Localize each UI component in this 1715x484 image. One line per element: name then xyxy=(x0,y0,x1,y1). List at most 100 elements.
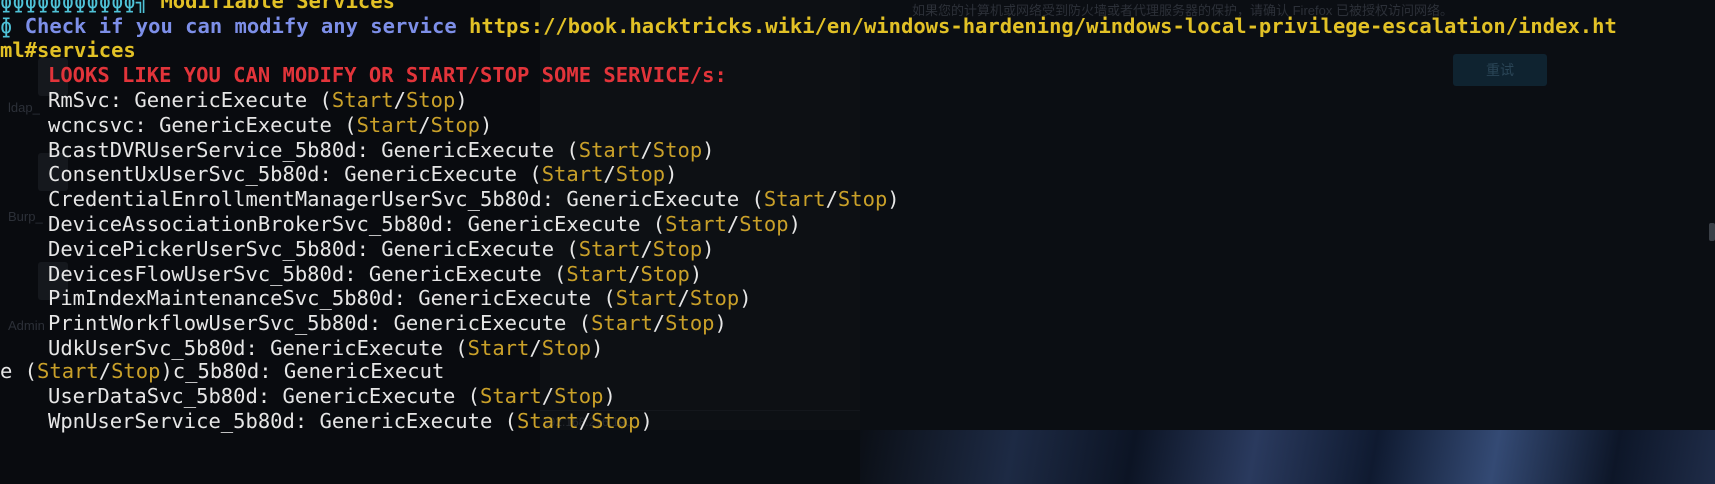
separator: : xyxy=(134,113,160,137)
check-bullet-icon: ɸ xyxy=(0,14,25,38)
service-line: DevicePickerUserSvc_5b80d: GenericExecut… xyxy=(48,236,715,263)
start-label: Start xyxy=(541,162,604,186)
separator: : xyxy=(319,162,345,186)
separator: : xyxy=(356,138,382,162)
paren-open: ( xyxy=(455,384,480,408)
separator: : xyxy=(344,262,369,286)
service-name: PimIndexMaintenanceSvc_5b80d xyxy=(48,286,394,310)
start-label: Start xyxy=(615,286,678,310)
permission-label: GenericExecute xyxy=(418,286,592,310)
paren-open: ( xyxy=(492,409,518,433)
service-line-glitched: e (Start/Stop)c_5b80d: GenericExecut xyxy=(0,359,445,383)
service-line: DevicesFlowUserSvc_5b80d: GenericExecute… xyxy=(48,261,702,288)
hacktricks-link[interactable]: https://book.hacktricks.wiki/en/windows-… xyxy=(469,14,1617,38)
stop-label: Stop xyxy=(554,384,604,408)
permission-label: GenericExecute xyxy=(393,311,567,335)
paren-close: ) xyxy=(788,212,801,236)
warning-text: LOOKS LIKE YOU CAN MODIFY OR START/STOP … xyxy=(48,63,727,87)
paren-open: ( xyxy=(554,138,579,162)
slash: / xyxy=(640,138,653,162)
check-line-wrap: ml#services xyxy=(0,37,136,64)
separator: : xyxy=(257,384,283,408)
stop-label: Stop xyxy=(640,262,690,286)
service-line: UserDataSvc_5b80d: GenericExecute (Start… xyxy=(48,383,616,410)
paren-open: ( xyxy=(541,262,567,286)
permission-label: GenericExecute xyxy=(467,212,641,236)
slash: / xyxy=(652,311,666,335)
paren-close: ) xyxy=(591,336,604,360)
service-name: UdkUserSvc_5b80d xyxy=(48,336,246,360)
stop-label: Stop xyxy=(837,187,888,211)
paren-open: ( xyxy=(591,286,616,310)
service-line: PimIndexMaintenanceSvc_5b80d: GenericExe… xyxy=(48,285,752,312)
terminal-output[interactable]: ɸɸɸɸɸɸɸɸɸɸɸ╣ Modifiable Services ɸ Check… xyxy=(0,0,1715,484)
stop-label: Stop xyxy=(615,162,666,186)
service-name: RmSvc xyxy=(48,88,110,112)
paren-close: ) xyxy=(739,286,752,310)
start-label: Start xyxy=(665,212,727,236)
separator: : xyxy=(109,88,135,112)
paren-open: ( xyxy=(307,88,332,112)
slash: / xyxy=(726,212,740,236)
stop-label: Stop xyxy=(689,286,740,310)
stop-label: Stop xyxy=(739,212,789,236)
paren-open: ( xyxy=(640,212,666,236)
permission-label: GenericExecute xyxy=(282,384,456,408)
paren-open: ( xyxy=(331,113,357,137)
permission-label: GenericExecute xyxy=(319,409,493,433)
stop-label: Stop xyxy=(665,311,715,335)
service-name: BcastDVRUserService_5b80d xyxy=(48,138,357,162)
slash: / xyxy=(677,286,690,310)
service-name: UserDataSvc_5b80d xyxy=(48,384,258,408)
slash: / xyxy=(603,162,616,186)
separator: : xyxy=(393,286,419,310)
service-line: PrintWorkflowUserSvc_5b80d: GenericExecu… xyxy=(48,310,727,337)
slash: / xyxy=(640,237,653,261)
paren-close: ) xyxy=(689,262,703,286)
paren-open: ( xyxy=(739,187,764,211)
section-title: Modifiable Services xyxy=(160,0,395,13)
service-line: CredentialEnrollmentManagerUserSvc_5b80d… xyxy=(48,186,900,213)
permission-label: GenericExecute xyxy=(344,162,518,186)
paren-open: ( xyxy=(554,237,579,261)
service-line: BcastDVRUserService_5b80d: GenericExecut… xyxy=(48,137,715,164)
service-line: wcncsvc: GenericExecute (Start/Stop) xyxy=(48,112,492,139)
paren-close: ) xyxy=(455,88,468,112)
stop-label: Stop xyxy=(652,237,703,261)
permission-label: GenericExecute xyxy=(381,138,555,162)
start-label: Start xyxy=(566,262,629,286)
separator: : xyxy=(356,237,382,261)
permission-label: GenericExecute xyxy=(381,237,555,261)
desktop-screen: 如果您的计算机或网络受到防火墙或者代理服务器的保护，请确认 Firefox 已被… xyxy=(0,0,1715,484)
start-label: Start xyxy=(356,113,419,137)
permission-label: GenericExecute xyxy=(368,262,542,286)
separator: : xyxy=(541,187,567,211)
start-label: Start xyxy=(480,384,542,408)
permission-label: GenericExecute xyxy=(566,187,740,211)
paren-close: ) xyxy=(702,138,715,162)
service-line: DeviceAssociationBrokerSvc_5b80d: Generi… xyxy=(48,211,801,238)
slash: / xyxy=(541,384,555,408)
stop-label: Stop xyxy=(405,88,456,112)
separator: : xyxy=(442,212,468,236)
service-line: ConsentUxUserSvc_5b80d: GenericExecute (… xyxy=(48,161,677,188)
paren-open: ( xyxy=(566,311,592,335)
service-name: DevicePickerUserSvc_5b80d xyxy=(48,237,357,261)
paren-open: ( xyxy=(442,336,468,360)
service-name: ConsentUxUserSvc_5b80d xyxy=(48,162,320,186)
slash: / xyxy=(825,187,838,211)
permission-label: GenericExecute xyxy=(159,113,332,137)
paren-close: ) xyxy=(887,187,900,211)
hacktricks-link-continued[interactable]: ml#services xyxy=(0,38,136,62)
start-label: Start xyxy=(517,409,579,433)
start-label: Start xyxy=(331,88,394,112)
paren-open: ( xyxy=(517,162,542,186)
service-name: PrintWorkflowUserSvc_5b80d xyxy=(48,311,369,335)
stop-label: Stop xyxy=(591,409,641,433)
paren-close: ) xyxy=(702,237,715,261)
paren-close: ) xyxy=(665,162,678,186)
service-name: wcncsvc xyxy=(48,113,135,137)
paren-close: ) xyxy=(480,113,493,137)
start-label: Start xyxy=(467,336,530,360)
slash: / xyxy=(628,262,641,286)
